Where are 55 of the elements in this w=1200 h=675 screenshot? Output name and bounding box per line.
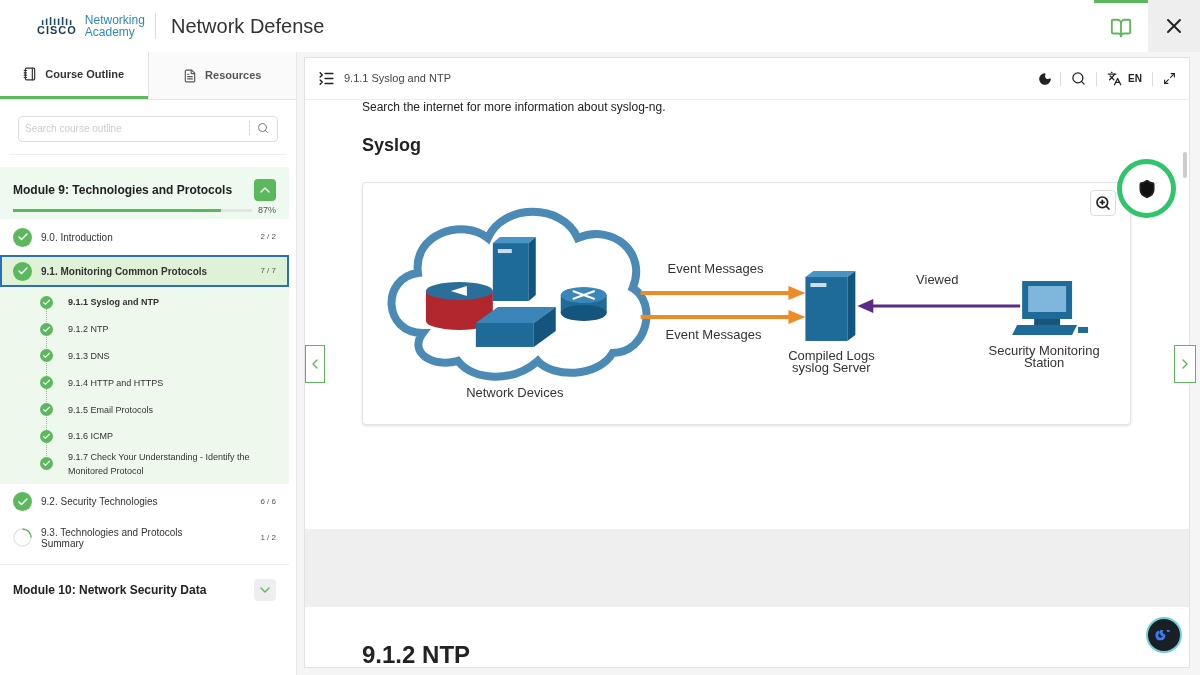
computer-icon bbox=[1012, 281, 1089, 335]
language-button[interactable]: EN bbox=[1097, 71, 1152, 86]
course-title: Network Defense bbox=[171, 14, 326, 39]
book-icon bbox=[1110, 16, 1132, 39]
section-title: 9.0. Introduction bbox=[41, 231, 114, 243]
lesson-item[interactable]: 9.1.5 Email Protocols bbox=[40, 396, 279, 423]
moon-icon bbox=[1038, 71, 1053, 86]
assistant-logo-icon bbox=[1155, 629, 1173, 641]
section-item[interactable]: 9.1. Monitoring Common Protocols 7 / 7 bbox=[0, 255, 289, 287]
diagram-label: Event Messages bbox=[667, 261, 764, 277]
lesson-item[interactable]: 9.1.1 Syslog and NTP bbox=[40, 289, 279, 316]
brand-text: Academy bbox=[84, 26, 135, 38]
lesson-item[interactable]: 9.1.2 NTP bbox=[40, 315, 279, 343]
lesson-item[interactable]: 9.1.7 Check Your Understanding - Identify the Monitored Protocol bbox=[40, 449, 279, 478]
close-button[interactable] bbox=[1148, 0, 1200, 52]
breadcrumb: 9.1.1 Syslog and NTP bbox=[344, 71, 452, 87]
collapse-sidebar-button[interactable] bbox=[318, 70, 335, 87]
section-count: 1 / 2 bbox=[260, 531, 276, 544]
diagram-label: Network Devices bbox=[466, 384, 564, 400]
document-icon bbox=[183, 68, 198, 83]
section-count: 6 / 6 bbox=[260, 495, 276, 508]
logo-bars-icon bbox=[40, 16, 73, 25]
section-title: 9.1. Monitoring Common Protocols bbox=[41, 265, 209, 277]
lesson-item[interactable]: 9.1.6 ICMP bbox=[40, 423, 279, 450]
section-heading: 9.1.2 NTP bbox=[361, 640, 472, 667]
list-collapse-icon bbox=[318, 70, 335, 87]
section-count: 7 / 7 bbox=[260, 265, 276, 277]
section-title: 9.2. Security Technologies bbox=[41, 496, 159, 508]
section-heading: Syslog bbox=[362, 134, 423, 157]
body-text: Search the internet for more information about syslog-ng. bbox=[362, 99, 667, 116]
search-icon bbox=[1071, 71, 1087, 86]
firewall-icon bbox=[425, 282, 493, 330]
sidebar-tab[interactable]: Resources bbox=[147, 52, 296, 99]
notebook-icon bbox=[23, 67, 38, 81]
section-count: 2 / 2 bbox=[260, 231, 276, 243]
translate-icon bbox=[1107, 71, 1123, 86]
server-icon bbox=[492, 237, 536, 301]
logo-wordmark: CISCO bbox=[37, 24, 77, 36]
module-title: Module 9: Technologies and Protocols bbox=[13, 181, 233, 199]
zoom-in-button[interactable] bbox=[1090, 190, 1116, 216]
brand-text: Networking bbox=[84, 14, 145, 26]
search-icon bbox=[257, 122, 269, 134]
module-title: Module 10: Network Security Data bbox=[13, 581, 207, 599]
diagram-label: Event Messages bbox=[665, 326, 762, 342]
router-icon bbox=[560, 287, 607, 321]
server-icon bbox=[805, 271, 856, 341]
lesson-item[interactable]: 9.1.3 DNS bbox=[40, 342, 279, 370]
lesson-item[interactable]: 9.1.4 HTTP and HTTPS bbox=[40, 369, 279, 397]
progress-percent: 87% bbox=[258, 203, 276, 217]
scrollbar bbox=[1183, 152, 1187, 178]
diagram-label: Viewed bbox=[916, 272, 959, 288]
section-title: 9.3. Technologies and Protocols Summary bbox=[41, 526, 184, 549]
expand-icon bbox=[1163, 72, 1176, 85]
zoom-in-icon bbox=[1095, 195, 1111, 211]
switch-icon bbox=[475, 307, 556, 347]
